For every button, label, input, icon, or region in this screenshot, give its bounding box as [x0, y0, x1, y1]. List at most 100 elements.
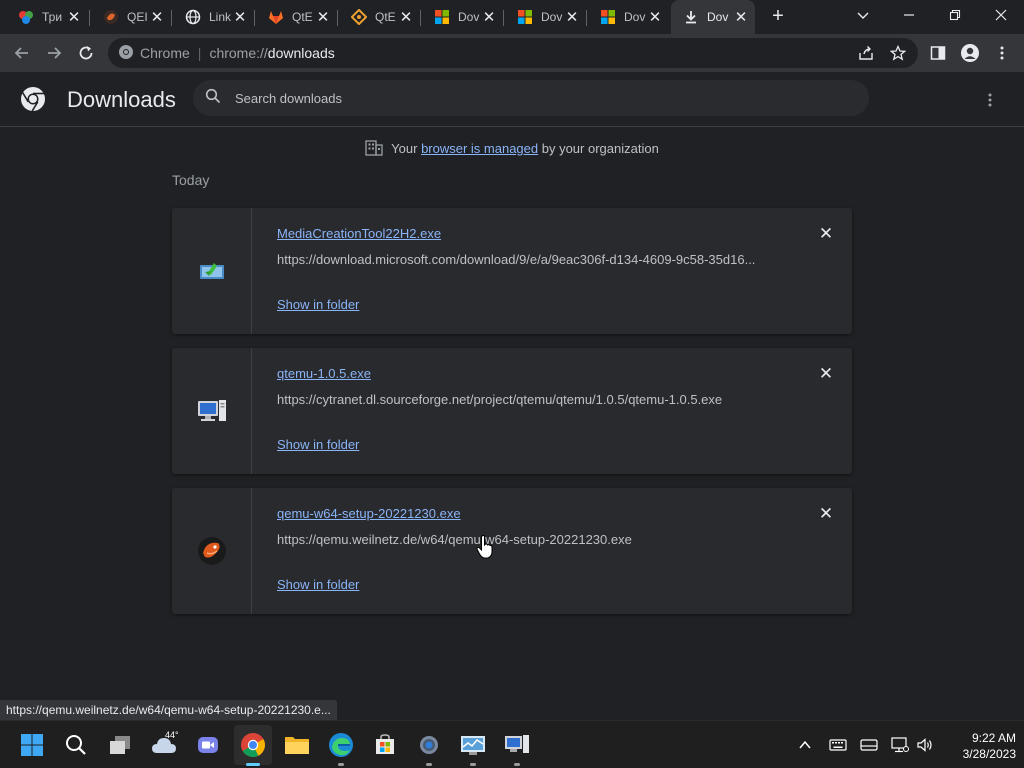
section-date-heading: Today [172, 172, 210, 188]
keyboard-tray-button[interactable] [828, 735, 848, 755]
download-url[interactable]: https://cytranet.dl.sourceforge.net/proj… [277, 392, 777, 407]
qemu-icon [197, 537, 226, 565]
close-icon[interactable]: ✕ [398, 8, 414, 26]
taskbar-edge[interactable] [325, 729, 357, 766]
show-in-folder-link[interactable]: Show in folder [277, 577, 359, 592]
back-button[interactable] [10, 41, 34, 65]
search-input[interactable] [235, 90, 835, 106]
running-indicator [514, 763, 520, 766]
input-indicator-button[interactable] [859, 735, 879, 755]
tab-0[interactable]: Три ✕ [0, 0, 88, 34]
task-view-icon [110, 736, 130, 754]
tab-8-active[interactable]: Dov ✕ [671, 0, 755, 34]
tab-6[interactable]: Dov ✕ [503, 0, 586, 34]
more-vert-icon [988, 93, 992, 107]
clock-date: 3/28/2023 [962, 747, 1016, 761]
bookmark-button[interactable] [886, 41, 910, 65]
tab-7[interactable]: Dov ✕ [586, 0, 669, 34]
download-item: MediaCreationTool22H2.exe https://downlo… [172, 208, 852, 334]
tab-2[interactable]: Link ✕ [171, 0, 254, 34]
search-icon [205, 88, 221, 109]
computer-icon [197, 400, 226, 421]
hand-cursor-icon [476, 535, 494, 564]
taskbar-clock[interactable]: 9:22 AM 3/28/2023 [944, 730, 1016, 762]
network-icon [891, 737, 909, 753]
show-hidden-icons-button[interactable] [795, 735, 815, 755]
volume-button[interactable] [915, 735, 935, 755]
tab-title: Link [209, 10, 231, 24]
remove-download-button[interactable]: ✕ [816, 364, 836, 384]
close-icon[interactable]: ✕ [481, 8, 497, 26]
tab-5[interactable]: Dov ✕ [420, 0, 503, 34]
remove-download-button[interactable]: ✕ [816, 504, 836, 524]
close-window-button[interactable] [978, 0, 1024, 30]
download-filename-link[interactable]: MediaCreationTool22H2.exe [277, 226, 441, 241]
download-url[interactable]: https://qemu.weilnetz.de/w64/qemu-w64-se… [277, 532, 777, 547]
close-icon[interactable]: ✕ [232, 8, 248, 26]
close-icon[interactable]: ✕ [315, 8, 331, 26]
close-icon[interactable]: ✕ [733, 8, 749, 26]
new-tab-button[interactable]: + [766, 5, 790, 29]
minimize-button[interactable] [886, 0, 932, 30]
taskbar-chrome[interactable] [237, 729, 269, 766]
chevron-down-icon [857, 12, 869, 19]
start-button[interactable] [16, 729, 48, 761]
close-icon[interactable]: ✕ [647, 8, 663, 26]
taskbar: 44° 9:22 AM 3/28/2023 [0, 720, 1024, 768]
chevron-up-icon [799, 740, 811, 749]
diamond-icon [351, 9, 367, 25]
tab-3[interactable]: QtE ✕ [254, 0, 337, 34]
tab-4[interactable]: QtE ✕ [337, 0, 420, 34]
taskbar-qtemu[interactable] [501, 729, 533, 766]
search-downloads-box[interactable] [193, 80, 869, 116]
taskbar-settings[interactable] [413, 729, 445, 766]
remove-download-button[interactable]: ✕ [816, 224, 836, 244]
profile-button[interactable] [958, 41, 982, 65]
close-icon[interactable]: ✕ [149, 8, 165, 26]
network-button[interactable] [890, 735, 910, 755]
reload-button[interactable] [74, 41, 98, 65]
clock-time: 9:22 AM [971, 731, 1016, 745]
browser-managed-link[interactable]: browser is managed [421, 141, 538, 156]
more-vert-icon [1000, 46, 1004, 60]
taskbar-file-explorer[interactable] [281, 729, 313, 761]
close-icon[interactable]: ✕ [564, 8, 580, 26]
forward-button[interactable] [42, 41, 66, 65]
downloads-header: Downloads [0, 72, 1024, 127]
side-panel-button[interactable] [926, 41, 950, 65]
download-file-icon-box [172, 208, 252, 334]
tab-title: Dov [458, 10, 480, 24]
qemu-icon [103, 9, 119, 25]
download-url[interactable]: https://download.microsoft.com/download/… [277, 252, 777, 267]
tab-1[interactable]: QEI ✕ [89, 0, 171, 34]
managed-prefix: Your [391, 141, 422, 156]
arrow-left-icon [14, 47, 28, 59]
share-button[interactable] [854, 41, 878, 65]
restore-button[interactable] [932, 0, 978, 30]
download-icon [683, 9, 699, 25]
show-in-folder-link[interactable]: Show in folder [277, 437, 359, 452]
windows-icon [21, 734, 43, 756]
address-bar[interactable]: Chrome | chrome://downloads [108, 38, 918, 68]
teams-chat-button[interactable] [192, 729, 224, 761]
status-bar-url: https://qemu.weilnetz.de/w64/qemu-w64-se… [0, 700, 337, 720]
taskbar-search-button[interactable] [60, 729, 92, 761]
chrome-icon [118, 44, 134, 63]
close-icon[interactable]: ✕ [66, 8, 82, 26]
download-filename-link[interactable]: qemu-w64-setup-20221230.exe [277, 506, 461, 521]
browser-toolbar: Chrome | chrome://downloads [0, 34, 1024, 72]
tab-search-button[interactable] [840, 0, 886, 30]
running-indicator [246, 763, 260, 766]
taskbar-performance-monitor[interactable] [457, 729, 489, 766]
downloads-menu-button[interactable] [980, 88, 1000, 112]
download-filename-link[interactable]: qtemu-1.0.5.exe [277, 366, 371, 381]
arrow-right-icon [48, 47, 62, 59]
reload-icon [79, 46, 93, 60]
taskbar-store[interactable] [369, 729, 401, 761]
store-icon [376, 734, 394, 754]
keyboard-icon [829, 739, 847, 751]
task-view-button[interactable] [104, 729, 136, 761]
show-in-folder-link[interactable]: Show in folder [277, 297, 359, 312]
chrome-menu-button[interactable] [990, 41, 1014, 65]
star-icon [890, 45, 906, 61]
